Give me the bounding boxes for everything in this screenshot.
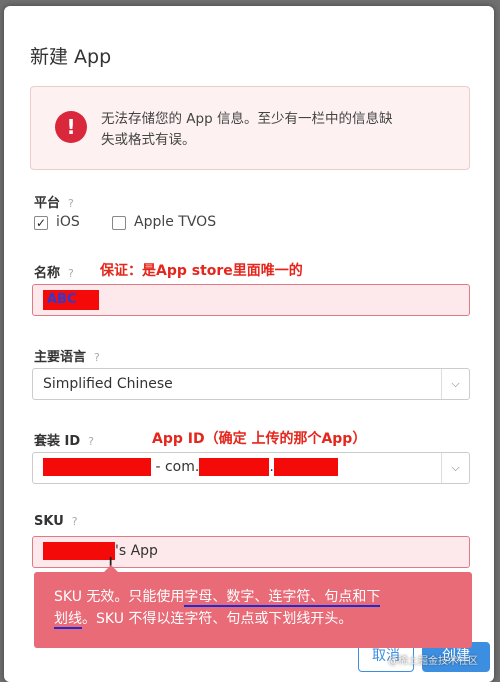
language-select[interactable]: Simplified Chinese ⌵ (32, 368, 470, 400)
bundle-id-select[interactable]: - com.. ⌵ (32, 452, 470, 484)
bundle-redaction-2 (199, 458, 270, 476)
name-label-text: 名称 (34, 266, 61, 281)
error-message-line1: 无法存储您的 App 信息。至少有一栏中的信息缺 (101, 111, 393, 127)
sku-value: 's App (43, 542, 158, 560)
name-input[interactable]: ABC (32, 284, 470, 316)
sku-help-icon[interactable]: ? (72, 515, 78, 528)
ios-label: iOS (56, 214, 80, 230)
bundle-id-label-text: 套装 ID (34, 434, 81, 449)
bundle-id-annotation: App ID（确定 上传的那个App） (152, 431, 367, 447)
name-annotation: 保证：是App store里面唯一的 (100, 263, 303, 279)
name-label: 名称? (34, 262, 74, 281)
platform-label-text: 平台 (34, 196, 61, 211)
bundle-id-value: - com.. (43, 458, 338, 476)
ios-checkbox[interactable]: ✓ (34, 216, 48, 230)
language-value: Simplified Chinese (43, 376, 173, 392)
tooltip-text-3: 划线 (54, 611, 82, 629)
sku-redaction (43, 542, 115, 560)
name-help-icon[interactable]: ? (68, 267, 74, 280)
sku-label-text: SKU (34, 514, 64, 529)
tooltip-text-1: SKU 无效。只能使用 (54, 589, 185, 605)
tooltip-text-2: 字母、数字、连字符、句点和下 (184, 589, 381, 607)
tooltip-text-4: 。SKU 不得以连字符、句点或下划线开头。 (82, 611, 353, 627)
exclamation-icon: ! (55, 111, 87, 143)
apple-tvos-label: Apple TVOS (134, 214, 217, 230)
error-message: 无法存储您的 App 信息。至少有一栏中的信息缺 失或格式有误。 (101, 109, 459, 151)
chevron-down-icon: ⌵ (441, 369, 469, 399)
bundle-id-middle: - com. (151, 459, 200, 475)
sku-value-suffix: 's App (115, 543, 158, 559)
error-message-line2: 失或格式有误。 (101, 132, 196, 148)
error-banner: ! 无法存储您的 App 信息。至少有一栏中的信息缺 失或格式有误。 (30, 86, 470, 170)
language-label-text: 主要语言 (34, 350, 87, 365)
apple-tvos-checkbox[interactable] (112, 216, 126, 230)
dialog-title: 新建 App (30, 46, 112, 68)
bundle-redaction-3 (273, 458, 338, 476)
platform-help-icon[interactable]: ? (68, 197, 74, 210)
sku-error-tooltip: SKU 无效。只能使用字母、数字、连字符、句点和下划线。SKU 不得以连字符、句… (34, 565, 472, 648)
name-value: ABC (43, 290, 99, 310)
bundle-id-label: 套装 ID? (34, 430, 94, 449)
bundle-id-help-icon[interactable]: ? (88, 435, 94, 448)
bundle-redaction-1 (43, 458, 151, 476)
sku-input[interactable]: 's App (32, 536, 470, 568)
platform-label: 平台? (34, 192, 74, 211)
language-help-icon[interactable]: ? (94, 351, 100, 364)
watermark: @稀土掘金技术社区 (388, 656, 478, 667)
sku-label: SKU? (34, 514, 78, 529)
chevron-down-icon: ⌵ (441, 453, 469, 483)
language-label: 主要语言? (34, 346, 100, 365)
new-app-dialog: 新建 App ! 无法存储您的 App 信息。至少有一栏中的信息缺 失或格式有误… (4, 6, 494, 682)
